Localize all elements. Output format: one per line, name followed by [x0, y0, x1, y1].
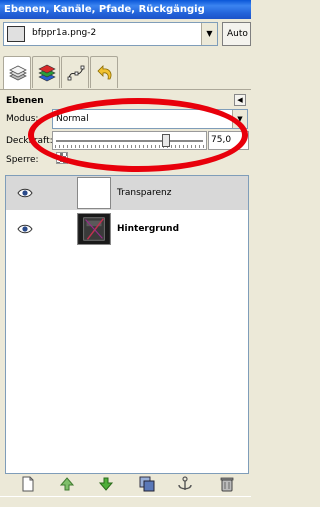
tab-undo[interactable] [90, 56, 118, 88]
tab-layers[interactable] [3, 56, 31, 90]
layer-row[interactable]: Hintergrund [6, 212, 248, 246]
opacity-slider-handle[interactable] [161, 134, 170, 147]
tab-channels[interactable] [32, 56, 60, 88]
chevron-down-icon[interactable]: ▼ [232, 110, 247, 128]
image-thumbnail [7, 26, 25, 42]
opacity-label: Deckkraft: [6, 136, 53, 146]
opacity-slider-track [56, 140, 203, 142]
image-selector[interactable]: bfppr1a.png-2 ▼ [3, 22, 218, 46]
layer-thumbnail [77, 213, 111, 245]
tabs-divider [0, 89, 251, 90]
layer-list[interactable]: Transparenz Hintergrund [5, 175, 249, 474]
layer-thumbnail [77, 177, 111, 209]
lock-label: Sperre: [6, 155, 39, 165]
delete-layer-icon[interactable] [219, 476, 235, 492]
raise-layer-icon[interactable] [59, 476, 75, 492]
channels-icon [38, 64, 56, 82]
panel-menu-icon[interactable]: ◀ [234, 94, 246, 106]
anchor-layer-icon[interactable] [177, 476, 193, 492]
mode-select[interactable]: Normal ▼ [52, 109, 248, 129]
image-name: bfppr1a.png-2 [32, 28, 97, 38]
window-title: Ebenen, Kanäle, Pfade, Rückgängig [0, 0, 251, 19]
status-strip [0, 496, 251, 507]
tab-paths[interactable] [61, 56, 89, 88]
new-layer-icon[interactable] [20, 476, 36, 492]
layer-name[interactable]: Transparenz [117, 188, 171, 198]
panel-title: Ebenen [6, 96, 44, 106]
duplicate-layer-icon[interactable] [139, 476, 155, 492]
layer-row[interactable]: Transparenz [6, 176, 248, 210]
lock-alpha-toggle[interactable] [56, 152, 68, 164]
eye-icon[interactable] [17, 223, 33, 235]
opacity-value-field[interactable]: 75,0 [208, 131, 249, 150]
auto-button[interactable]: Auto [222, 22, 251, 46]
opacity-slider-ticks [55, 145, 204, 148]
layer-toolbar [0, 476, 251, 494]
layer-name[interactable]: Hintergrund [117, 224, 179, 234]
paths-icon [67, 65, 85, 81]
undo-icon [97, 65, 112, 80]
opacity-slider[interactable] [52, 131, 207, 150]
eye-icon[interactable] [17, 187, 33, 199]
lower-layer-icon[interactable] [98, 476, 114, 492]
chevron-down-icon[interactable]: ▼ [201, 23, 217, 45]
mode-label: Modus: [6, 114, 39, 124]
layers-icon [9, 65, 27, 81]
mode-value: Normal [56, 114, 89, 124]
